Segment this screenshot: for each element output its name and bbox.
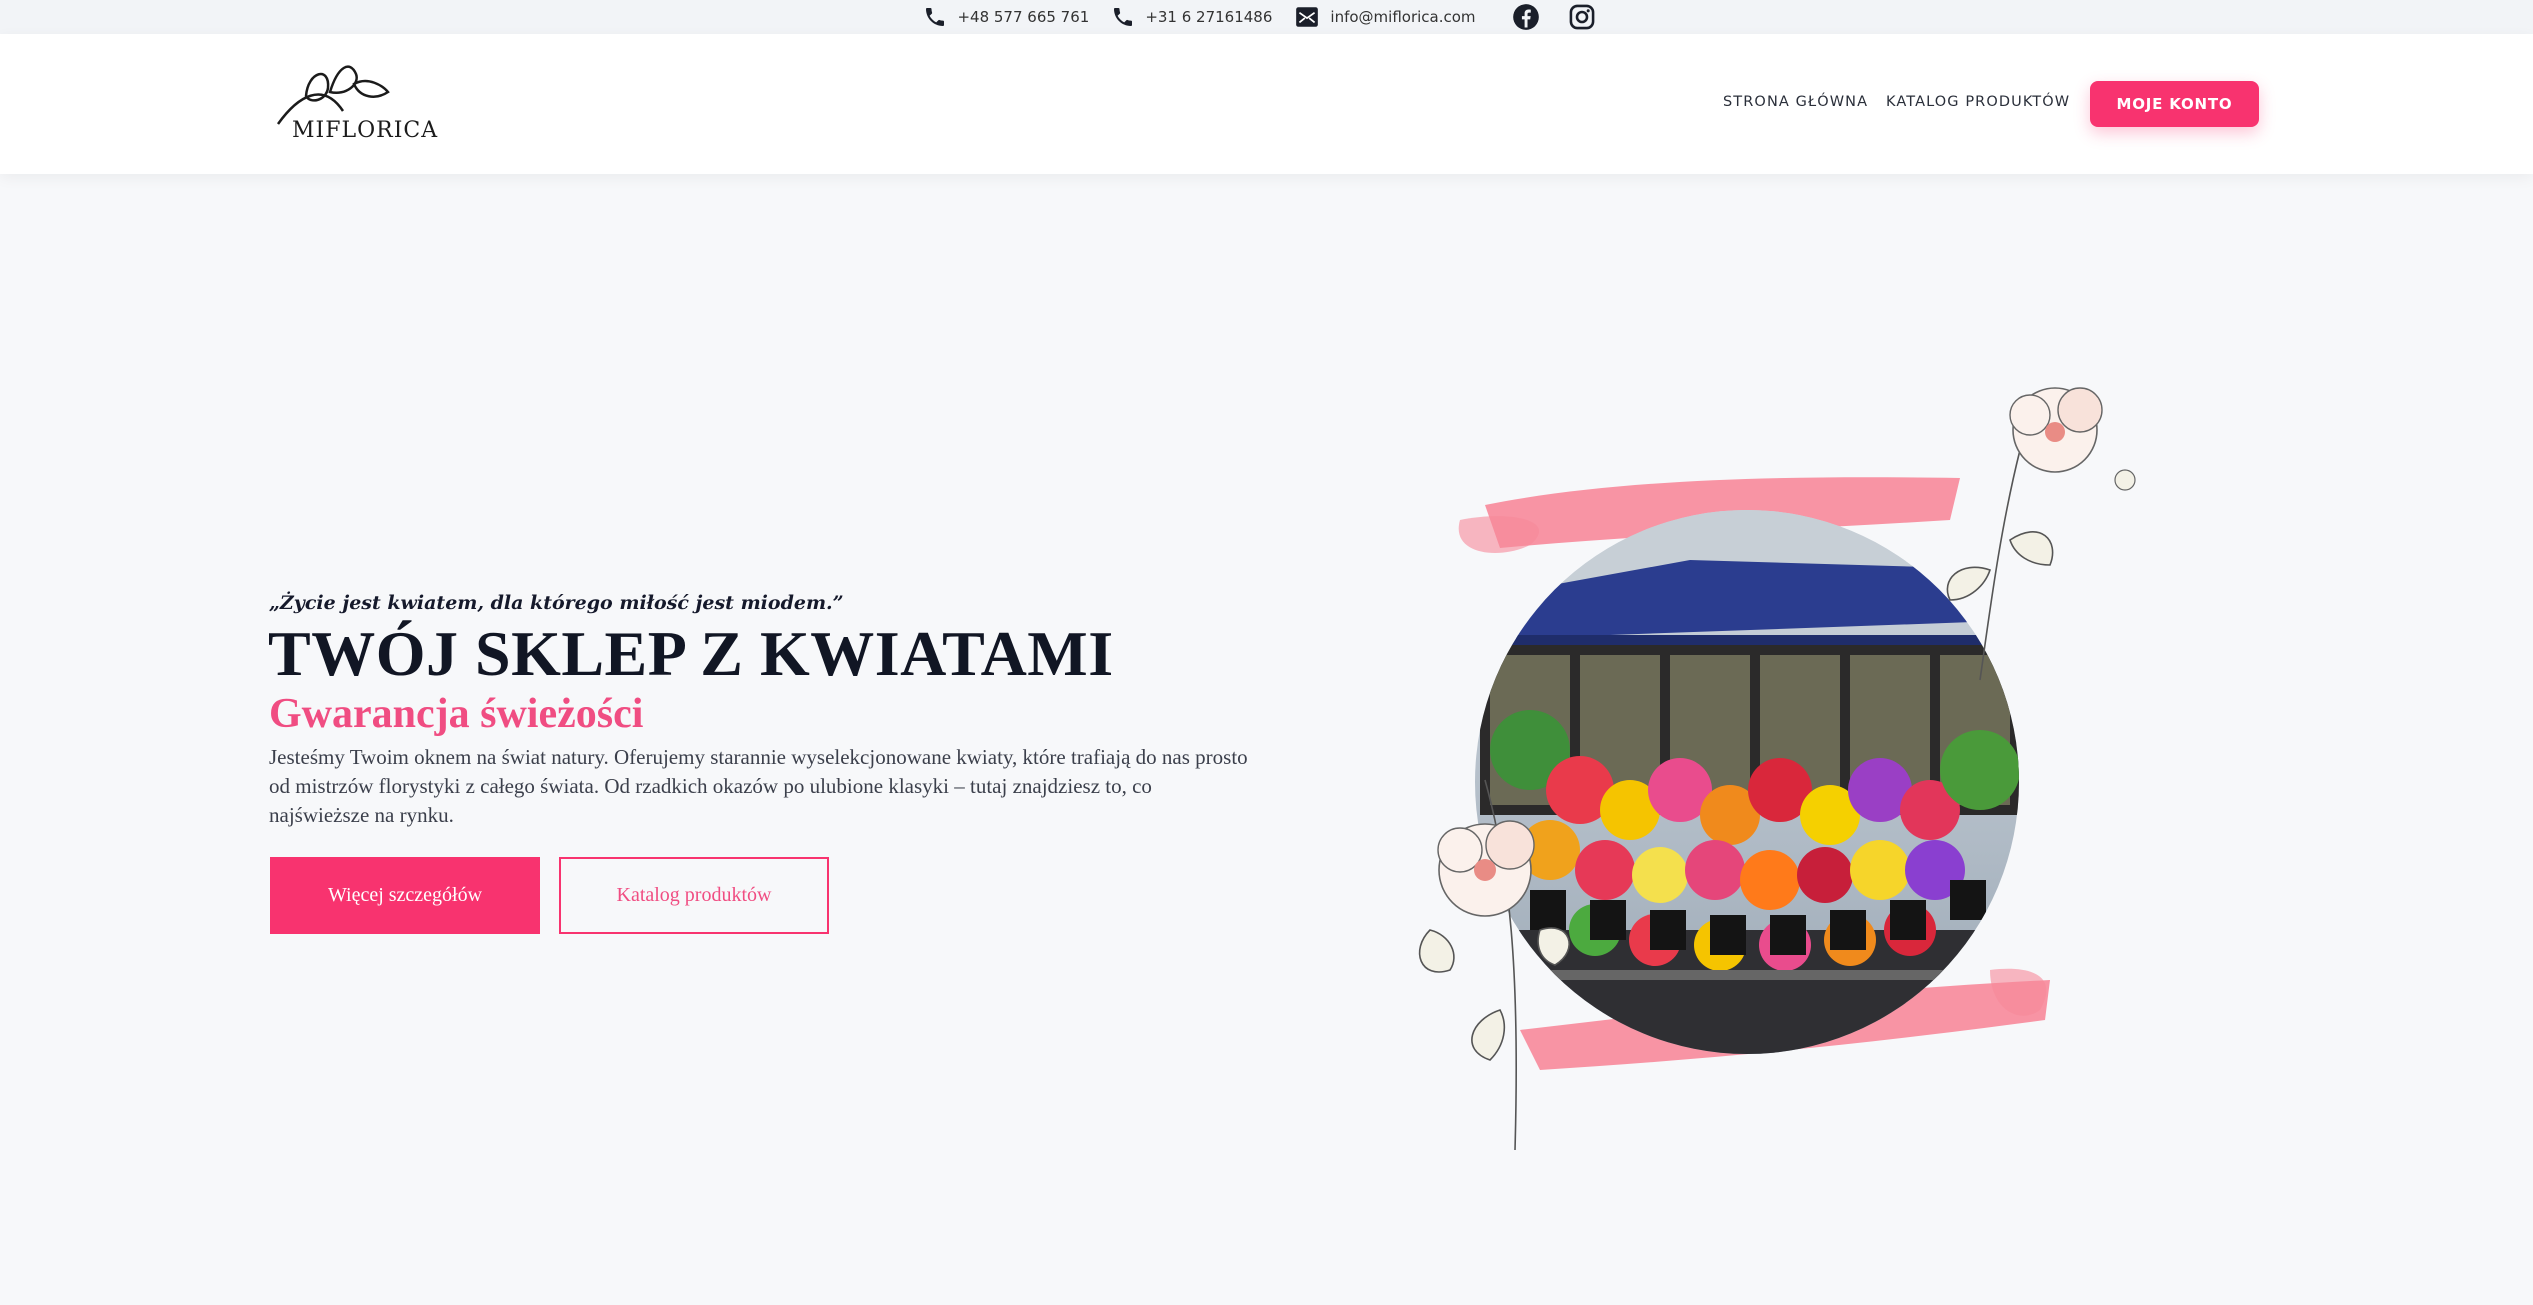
hero-title: TWÓJ SKLEP Z KWIATAMI xyxy=(268,618,1114,689)
email-address: info@miflorica.com xyxy=(1330,8,1476,26)
more-details-button[interactable]: Więcej szczegółów xyxy=(270,857,540,934)
mail-icon xyxy=(1296,7,1319,27)
my-account-button[interactable]: MOJE KONTO xyxy=(2090,81,2259,127)
instagram-icon xyxy=(1569,4,1594,30)
facebook-icon xyxy=(1512,4,1539,30)
hero-quote: „Życie jest kwiatem, dla którego miłość … xyxy=(269,592,844,614)
flower-shop-image xyxy=(1418,387,2136,1151)
phone-icon xyxy=(1114,8,1133,26)
nav-home-link[interactable]: STRONA GŁÓWNA xyxy=(1723,94,1868,110)
phone-number-1: +48 577 665 761 xyxy=(957,8,1090,26)
instagram-link[interactable] xyxy=(1568,3,1596,31)
logo-text: MIFLORICA xyxy=(292,118,439,143)
phone-number-2: +31 6 27161486 xyxy=(1145,8,1273,26)
hero-subtitle: Gwarancja świeżości xyxy=(269,691,644,737)
top-contact-bar: +48 577 665 761 +31 6 27161486 info@mifl… xyxy=(0,0,2533,34)
product-catalog-button[interactable]: Katalog produktów xyxy=(559,857,829,934)
nav-catalog-link[interactable]: KATALOG PRODUKTÓW xyxy=(1886,94,2070,110)
email-contact[interactable]: info@miflorica.com xyxy=(1294,4,1476,30)
miflorica-logo[interactable]: MIFLORICA xyxy=(268,56,437,156)
facebook-link[interactable] xyxy=(1512,3,1540,31)
hero-description: Jesteśmy Twoim oknem na świat natury. Of… xyxy=(269,745,1248,827)
site-header: MIFLORICA STRONA GŁÓWNA KATALOG PRODUKTÓ… xyxy=(0,34,2533,174)
flower-logo-icon xyxy=(276,65,390,125)
phone-contact-2[interactable]: +31 6 27161486 xyxy=(1111,5,1272,29)
phone-icon xyxy=(926,8,945,26)
hero-illustration xyxy=(1390,370,2170,1170)
phone-contact-1[interactable]: +48 577 665 761 xyxy=(923,5,1089,29)
